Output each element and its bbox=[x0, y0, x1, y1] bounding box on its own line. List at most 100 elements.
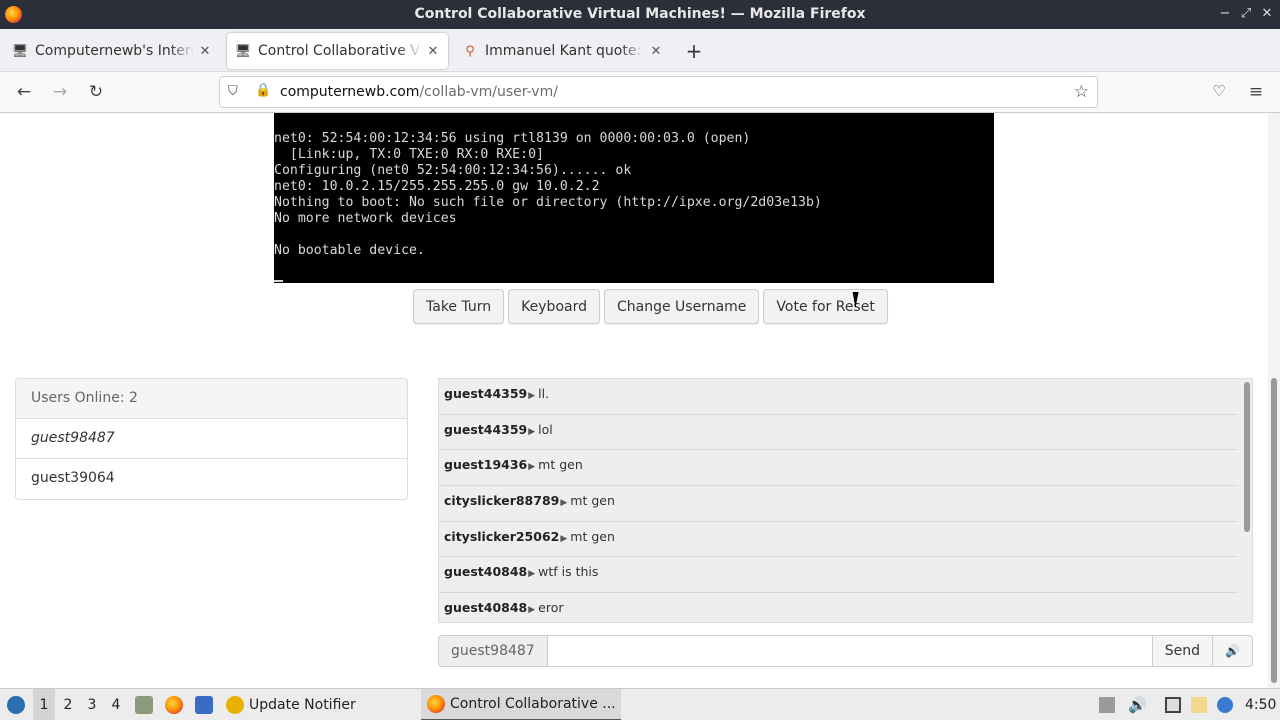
notes-icon[interactable] bbox=[1191, 689, 1207, 720]
firefox-launcher-icon[interactable] bbox=[165, 689, 183, 720]
workspace-2[interactable]: 2 bbox=[57, 689, 79, 720]
notification-icon[interactable] bbox=[1217, 689, 1233, 720]
chat-text: mt gen bbox=[570, 493, 615, 509]
tab-computernewb[interactable]: 🖥 Computernewb's Internet ✕ bbox=[4, 33, 220, 69]
chat-text: eror bbox=[538, 600, 564, 616]
chat-username: guest44359 bbox=[444, 421, 528, 437]
start-menu-icon[interactable] bbox=[4, 689, 28, 720]
chat-message: cityslicker25062▶ mt gen bbox=[439, 522, 1238, 558]
users-online-header: Users Online: 2 bbox=[16, 379, 407, 419]
tab-kant-quote[interactable]: ⚲ Immanuel Kant quote: Th ✕ bbox=[454, 33, 671, 69]
tab-close-icon[interactable]: ✕ bbox=[649, 44, 663, 59]
chat-arrow-icon: ▶ bbox=[528, 569, 536, 580]
clock[interactable]: 4:50 bbox=[1245, 689, 1276, 720]
chat-username: guest40848 bbox=[444, 564, 528, 580]
update-notifier-icon bbox=[226, 696, 244, 714]
close-window-icon[interactable]: ✕ bbox=[1259, 6, 1275, 21]
chat-text: ll. bbox=[538, 386, 550, 401]
lock-icon[interactable]: 🔒 bbox=[255, 83, 271, 98]
quote-icon: ⚲ bbox=[465, 43, 475, 59]
desktop-icon[interactable] bbox=[195, 689, 213, 720]
tab-label: Immanuel Kant quote: Th bbox=[485, 43, 645, 59]
url-text[interactable]: computernewb.com/collab-vm/user-vm/ bbox=[280, 84, 558, 100]
keyboard-button[interactable]: Keyboard bbox=[508, 289, 600, 324]
file-manager-icon[interactable] bbox=[135, 689, 153, 720]
chat-arrow-icon: ▶ bbox=[528, 391, 536, 401]
tab-close-icon[interactable]: ✕ bbox=[426, 44, 440, 59]
firefox-task[interactable]: Control Collaborative ... bbox=[421, 689, 621, 720]
vm-display[interactable]: features: DNS HTTP iSCSI TFTP AoE ELF MB… bbox=[274, 113, 994, 283]
send-button[interactable]: Send bbox=[1152, 635, 1213, 667]
shield-icon[interactable]: ⛉ bbox=[228, 84, 238, 99]
chat-username: cityslicker25062 bbox=[444, 528, 560, 544]
volume-icon[interactable]: 🔊 bbox=[1128, 689, 1147, 720]
tab-close-icon[interactable]: ✕ bbox=[198, 44, 212, 59]
chat-message: guest44359▶ ll. bbox=[439, 379, 1238, 415]
chat-input-group: guest98487 Send 🔊 bbox=[438, 635, 1253, 667]
chat-arrow-icon: ▶ bbox=[528, 426, 536, 437]
monitor-icon: 🖥 bbox=[11, 43, 29, 59]
chat-arrow-icon: ▶ bbox=[528, 462, 536, 473]
pocket-icon[interactable]: ♡ bbox=[1208, 82, 1230, 100]
users-online-panel: Users Online: 2 guest98487 guest39064 bbox=[15, 378, 408, 500]
tab-label: Computernewb's Internet bbox=[35, 43, 194, 59]
workspace-3[interactable]: 3 bbox=[81, 689, 103, 720]
chat-username: guest44359 bbox=[444, 386, 528, 401]
speaker-icon[interactable]: 🔊 bbox=[1213, 635, 1253, 667]
window-titlebar: Control Collaborative Virtual Machines! … bbox=[0, 0, 1280, 29]
chat-username: guest19436 bbox=[444, 457, 528, 473]
taskbar: 1 2 3 4 Update Notifier Control Collabor… bbox=[0, 688, 1280, 720]
update-notifier-task[interactable]: Update Notifier bbox=[226, 689, 364, 720]
chat-input[interactable] bbox=[547, 635, 1153, 667]
chat-message: guest40848▶ wtf is this bbox=[439, 557, 1238, 594]
page-content: features: DNS HTTP iSCSI TFTP AoE ELF MB… bbox=[0, 113, 1268, 688]
vm-button-group: Take Turn Keyboard Change Username Vote … bbox=[413, 289, 888, 324]
forward-icon[interactable]: → bbox=[49, 82, 71, 102]
vm-terminal-text: features: DNS HTTP iSCSI TFTP AoE ELF MB… bbox=[274, 113, 822, 258]
chat-message: guest19436▶ mt gen bbox=[439, 450, 1238, 487]
page-scrollbar-thumb[interactable] bbox=[1271, 378, 1277, 683]
menu-icon[interactable]: ≡ bbox=[1245, 82, 1267, 102]
vote-reset-button[interactable]: Vote for Reset bbox=[763, 289, 888, 324]
tab-bar: 🖥 Computernewb's Internet ✕ 🖥 Control Co… bbox=[0, 29, 1280, 72]
url-host: computernewb.com bbox=[280, 84, 420, 100]
change-username-button[interactable]: Change Username bbox=[603, 289, 760, 324]
workspace-1[interactable]: 1 bbox=[33, 689, 55, 720]
workspace-4[interactable]: 4 bbox=[105, 689, 127, 720]
network-icon[interactable] bbox=[1165, 689, 1181, 720]
url-bar[interactable]: ⛉ 🔒 computernewb.com/collab-vm/user-vm/ … bbox=[219, 76, 1098, 108]
user-list-item: guest39064 bbox=[31, 470, 115, 486]
minimize-icon[interactable]: − bbox=[1217, 6, 1233, 21]
chat-message: guest44359▶ lol bbox=[439, 415, 1238, 451]
chat-text: lol bbox=[538, 421, 553, 437]
bookmark-star-icon[interactable]: ☆ bbox=[1074, 82, 1089, 102]
page-scrollbar[interactable] bbox=[1268, 113, 1280, 688]
tab-label: Control Collaborative Virtual bbox=[258, 43, 422, 59]
chat-message: guest40848▶ eror bbox=[439, 593, 1238, 622]
tray-clipboard-icon[interactable] bbox=[1099, 689, 1115, 720]
chat-message: cityslicker88789▶ mt gen bbox=[439, 486, 1238, 522]
chat-log[interactable]: guest44359▶ ll. guest44359▶ lol guest19436… bbox=[438, 378, 1253, 623]
mouse-pointer-icon bbox=[852, 292, 868, 308]
update-notifier-label: Update Notifier bbox=[249, 697, 356, 713]
chat-text: mt gen bbox=[538, 457, 583, 473]
maximize-icon[interactable]: ⤢ bbox=[1238, 6, 1254, 21]
tab-collab-vm[interactable]: 🖥 Control Collaborative Virtual ✕ bbox=[227, 33, 448, 69]
firefox-task-label: Control Collaborative ... bbox=[450, 696, 616, 712]
chat-scrollbar[interactable] bbox=[1244, 382, 1250, 532]
chat-arrow-icon: ▶ bbox=[560, 498, 568, 509]
reload-icon[interactable]: ↻ bbox=[85, 82, 107, 102]
chat-arrow-icon: ▶ bbox=[560, 533, 568, 544]
chat-text: wtf is this bbox=[538, 564, 599, 580]
url-path: /collab-vm/user-vm/ bbox=[419, 84, 558, 100]
take-turn-button[interactable]: Take Turn bbox=[413, 289, 505, 324]
new-tab-button[interactable]: + bbox=[684, 39, 704, 63]
chat-username: cityslicker88789 bbox=[444, 493, 560, 509]
monitor-icon: 🖥 bbox=[234, 43, 252, 59]
vm-text-cursor bbox=[274, 280, 283, 282]
back-icon[interactable]: ← bbox=[13, 82, 35, 102]
chat-text: mt gen bbox=[570, 528, 615, 544]
chat-arrow-icon: ▶ bbox=[528, 605, 536, 616]
chat-username-label: guest98487 bbox=[438, 635, 548, 667]
user-list-item: guest98487 bbox=[16, 419, 407, 459]
